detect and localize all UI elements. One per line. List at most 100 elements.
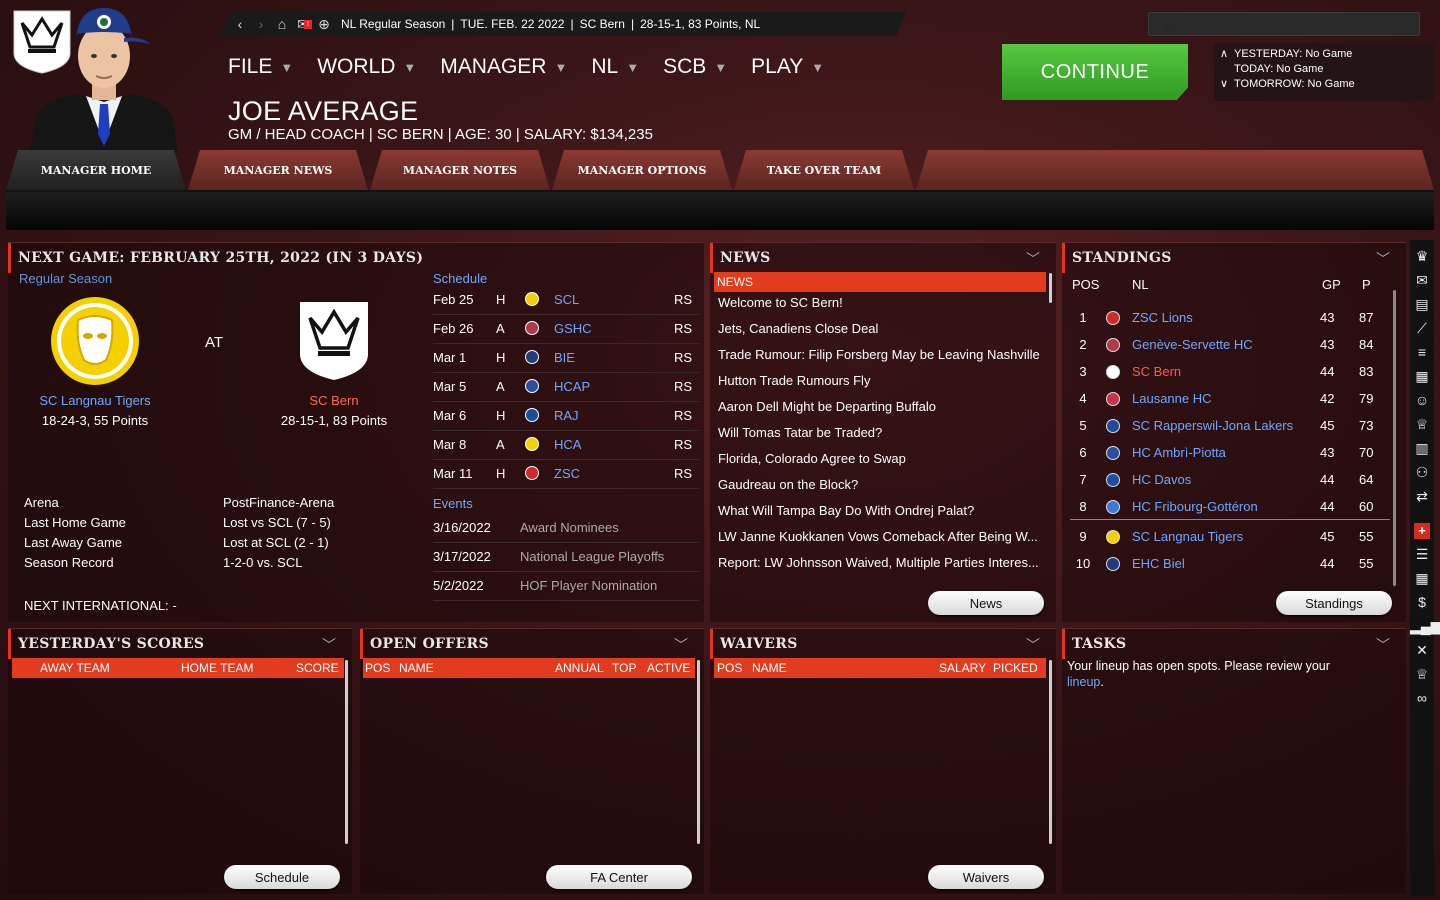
tab-take-over-team[interactable]: TAKE OVER TEAM [734,150,914,190]
scouting-icon[interactable]: ∞ [1410,686,1434,710]
mail-icon[interactable]: ✉ [1410,268,1434,292]
standings-team[interactable]: ZSC Lions [1132,310,1193,325]
tactics-board-icon[interactable]: ▦ [1410,566,1434,590]
schedule-opponent[interactable]: ZSC [554,466,580,481]
schedule-row[interactable]: Mar 8 A HCA RS [433,431,699,460]
schedule-opponent[interactable]: SCL [554,292,579,307]
standings-team[interactable]: SC Bern [1132,364,1181,379]
standings-team[interactable]: Lausanne HC [1132,391,1212,406]
chevron-down-icon[interactable]: ﹀ [1026,249,1040,269]
menu-play[interactable]: PLAY ▼ [751,55,824,79]
standings-team[interactable]: SC Langnau Tigers [1132,529,1243,544]
news-item[interactable]: Florida, Colorado Agree to Swap [718,451,1043,466]
waivers-scrollbar[interactable] [1049,660,1052,844]
standings-row[interactable]: 2 Genève-Servette HC 43 84 [1070,331,1390,358]
standings-row[interactable]: 10 EHC Biel 44 55 [1070,550,1390,577]
schedule-row[interactable]: Mar 6 H RAJ RS [433,402,699,431]
standings-row[interactable]: 6 HC Ambrì-Piotta 43 70 [1070,439,1390,466]
standings-team[interactable]: HC Fribourg-Gottéron [1132,499,1258,514]
menu-league[interactable]: NL ▼ [591,55,639,79]
trophy-icon[interactable]: ♕ [1410,662,1434,686]
globe-icon[interactable]: ⊕ [314,16,334,33]
standings-row[interactable]: 5 SC Rapperswil-Jona Lakers 45 73 [1070,412,1390,439]
search-input[interactable]: ⌕ [1148,12,1420,36]
forward-arrow-icon[interactable]: › [251,16,271,32]
standings-team[interactable]: HC Davos [1132,472,1191,487]
tactics-board-icon[interactable]: ▦ [1410,364,1434,388]
news-scrollbar[interactable] [1049,273,1052,303]
home-team-logo[interactable] [298,300,370,387]
away-team-name[interactable]: SC Langnau Tigers [0,393,190,408]
schedule-row[interactable]: Mar 1 H BIE RS [433,344,699,373]
schedule-row[interactable]: Mar 11 H ZSC RS [433,460,699,489]
chevron-down-icon[interactable]: ﹀ [1376,249,1390,269]
chevron-down-icon[interactable]: ﹀ [1026,635,1040,655]
schedule-opponent[interactable]: RAJ [554,408,579,423]
standings-team[interactable]: HC Ambrì-Piotta [1132,445,1226,460]
news-item[interactable]: Report: LW Johnsson Waived, Multiple Par… [718,555,1043,570]
away-team-logo[interactable] [50,296,140,391]
standings-row[interactable]: 4 Lausanne HC 42 79 [1070,385,1390,412]
schedule-opponent[interactable]: HCAP [554,379,590,394]
users-icon[interactable]: ⚇ [1410,460,1434,484]
menu-world[interactable]: WORLD ▼ [317,55,416,79]
stats-icon[interactable]: ▂▄▆ [1410,614,1440,638]
document-icon[interactable]: ▥ [1410,436,1434,460]
news-item[interactable]: Will Tomas Tatar be Traded? [718,425,1043,440]
news-item[interactable]: Welcome to SC Bern! [718,295,1043,310]
schedule-opponent[interactable]: BIE [554,350,575,365]
standings-team[interactable]: SC Rapperswil-Jona Lakers [1132,418,1293,433]
dollar-icon[interactable]: $ [1410,590,1434,614]
team-crest-icon[interactable]: ♛ [1410,244,1434,268]
schedule-opponent[interactable]: GSHC [554,321,592,336]
current-team[interactable]: SC Bern [580,17,625,31]
news-item[interactable]: Gaudreau on the Block? [718,477,1043,492]
events-label[interactable]: Events [433,496,473,511]
schedule-row[interactable]: Feb 25 H SCL RS [433,286,699,315]
news-item[interactable]: Trade Rumour: Filip Forsberg May be Leav… [718,347,1043,362]
news-item[interactable]: Aaron Dell Might be Departing Buffalo [718,399,1043,414]
schedule-label[interactable]: Schedule [433,271,487,286]
event-row[interactable]: 5/2/2022 HOF Player Nomination [433,572,699,601]
list-icon[interactable]: ≡ [1410,340,1434,364]
standings-row[interactable]: 1 ZSC Lions 43 87 [1070,304,1390,331]
lineup-link[interactable]: lineup [1067,675,1100,689]
clipboard-icon[interactable]: ▤ [1410,292,1434,316]
tab-manager-options[interactable]: MANAGER OPTIONS [552,150,732,190]
standings-scrollbar[interactable] [1393,290,1396,586]
crossed-sticks-icon[interactable]: ✕ [1410,638,1434,662]
standings-row[interactable]: 3 SC Bern 44 83 [1070,358,1390,385]
down-arrow-icon[interactable]: ∨ [1220,77,1234,92]
schedule-row[interactable]: Mar 5 A HCAP RS [433,373,699,402]
chevron-down-icon[interactable]: ﹀ [1376,635,1390,655]
home-team-name[interactable]: SC Bern [240,393,428,408]
schedule-row[interactable]: Feb 26 A GSHC RS [433,315,699,344]
hockey-stick-icon[interactable]: ⟋ [1410,316,1434,340]
back-arrow-icon[interactable]: ‹ [230,16,250,32]
standings-row[interactable]: 7 HC Davos 44 64 [1070,466,1390,493]
menu-team[interactable]: SCB ▼ [663,55,727,79]
standings-button[interactable]: Standings [1276,591,1392,615]
waivers-button[interactable]: Waivers [928,865,1044,889]
list-icon[interactable]: ☰ [1410,542,1434,566]
standings-row[interactable]: 8 HC Fribourg-Gottéron 44 60 [1070,493,1390,520]
menu-file[interactable]: FILE ▼ [228,55,293,79]
standings-team[interactable]: EHC Biel [1132,556,1185,571]
trophy-icon[interactable]: ♕ [1410,412,1434,436]
schedule-button[interactable]: Schedule [224,865,340,889]
scores-scrollbar[interactable] [345,660,348,844]
fa-center-button[interactable]: FA Center [546,865,692,889]
standings-row[interactable]: 9 SC Langnau Tigers 45 55 [1070,523,1390,550]
news-item[interactable]: What Will Tampa Bay Do With Ondrej Palat… [718,503,1043,518]
continue-button[interactable]: CONTINUE [1002,44,1188,100]
swiss-flag-icon[interactable]: + [1410,518,1434,542]
standings-team[interactable]: Genève-Servette HC [1132,337,1253,352]
home-icon[interactable]: ⌂ [272,16,292,32]
tab-manager-notes[interactable]: MANAGER NOTES [370,150,550,190]
staff-icon[interactable]: ☺ [1410,388,1434,412]
offers-scrollbar[interactable] [697,660,700,844]
chevron-down-icon[interactable]: ﹀ [674,635,688,655]
chevron-down-icon[interactable]: ﹀ [322,635,336,655]
news-button[interactable]: News [928,591,1044,615]
news-item[interactable]: Hutton Trade Rumours Fly [718,373,1043,388]
